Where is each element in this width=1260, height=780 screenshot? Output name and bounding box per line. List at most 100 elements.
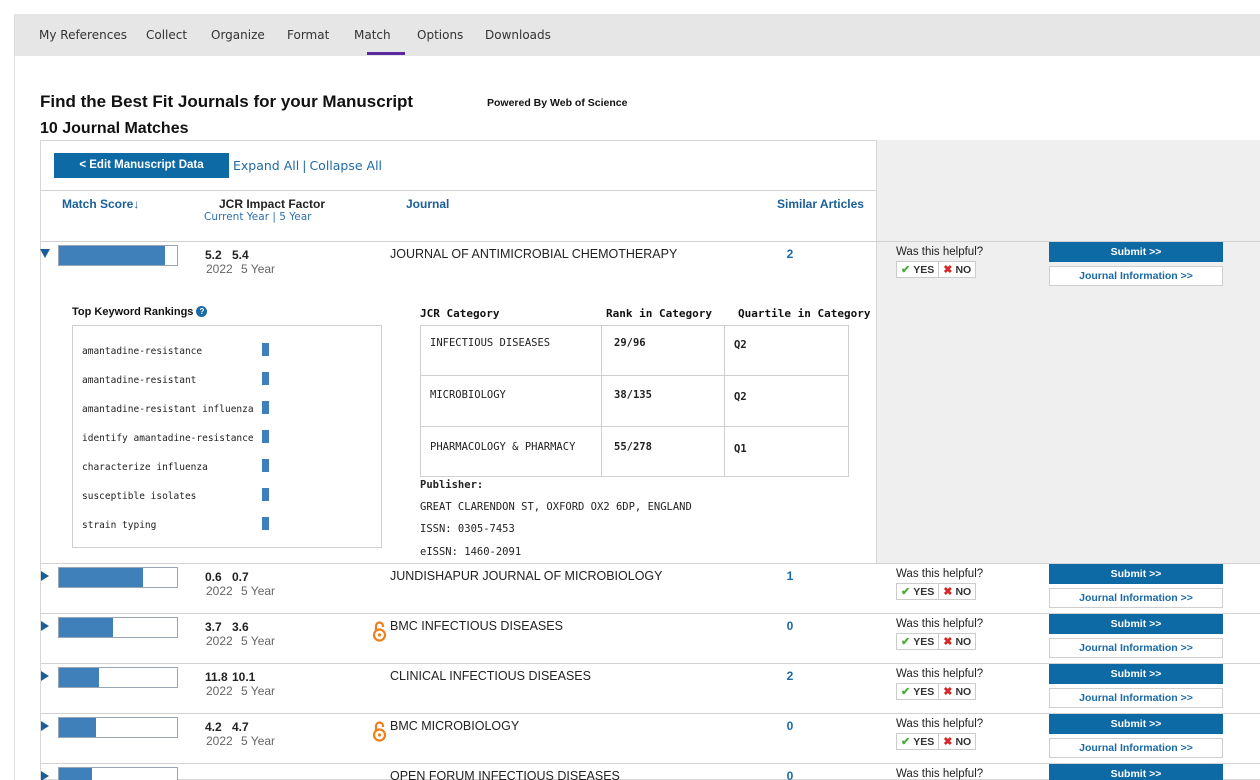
expand-all-link[interactable]: Expand All bbox=[233, 158, 299, 173]
jcr-category-header: JCR Category bbox=[420, 307, 500, 320]
category-quartile: Q2 bbox=[734, 391, 747, 403]
similar-articles-count[interactable]: 2 bbox=[780, 247, 800, 261]
yes-button[interactable]: ✔ YES bbox=[897, 734, 940, 749]
impact-factor-5yr-label: 5 Year bbox=[241, 262, 276, 276]
collapse-all-link[interactable]: Collapse All bbox=[309, 158, 382, 173]
helpful-label: Was this helpful? bbox=[896, 768, 984, 780]
nav-match[interactable]: Match bbox=[354, 28, 391, 42]
check-icon: ✔ bbox=[901, 264, 911, 276]
match-score-bar bbox=[58, 617, 178, 638]
journal-information-button[interactable]: Journal Information >> bbox=[1049, 588, 1223, 608]
submit-button[interactable]: Submit >> bbox=[1049, 614, 1223, 634]
journal-name[interactable]: JUNDISHAPUR JOURNAL OF MICROBIOLOGY bbox=[390, 569, 663, 583]
similar-articles-count[interactable]: 0 bbox=[780, 619, 800, 633]
similar-articles-count[interactable]: 2 bbox=[780, 669, 800, 683]
nav-collect[interactable]: Collect bbox=[146, 28, 187, 42]
table-divider bbox=[724, 325, 725, 477]
impact-factor-5yr: 5.4 bbox=[232, 248, 249, 262]
yes-button[interactable]: ✔ YES bbox=[897, 634, 940, 649]
yes-label: YES bbox=[913, 263, 935, 276]
similar-articles-count[interactable]: 1 bbox=[780, 569, 800, 583]
expand-toggle-icon[interactable] bbox=[41, 721, 49, 731]
col-similar-articles[interactable]: Similar Articles bbox=[777, 197, 864, 211]
category-name: INFECTIOUS DISEASES bbox=[430, 337, 551, 349]
jcr-current-link[interactable]: Current Year bbox=[204, 211, 269, 223]
impact-factor-year: 2022 bbox=[206, 262, 233, 276]
nav-organize[interactable]: Organize bbox=[211, 28, 265, 42]
check-icon: ✔ bbox=[901, 736, 911, 748]
no-button[interactable]: ✖ NO bbox=[939, 734, 975, 749]
similar-articles-count[interactable]: 0 bbox=[780, 719, 800, 733]
category-quartile: Q2 bbox=[734, 339, 747, 351]
check-icon: ✔ bbox=[901, 636, 911, 648]
divider bbox=[40, 190, 876, 191]
impact-factor-year: 2022 bbox=[206, 634, 233, 648]
check-icon: ✔ bbox=[901, 586, 911, 598]
jcr-5yr-link[interactable]: 5 Year bbox=[279, 211, 311, 223]
yes-button[interactable]: ✔ YES bbox=[897, 684, 940, 699]
expand-toggle-icon[interactable] bbox=[41, 671, 49, 681]
journal-name[interactable]: BMC MICROBIOLOGY bbox=[390, 719, 519, 733]
journal-name[interactable]: BMC INFECTIOUS DISEASES bbox=[390, 619, 563, 633]
yes-label: YES bbox=[913, 735, 935, 748]
edit-manuscript-button[interactable]: < Edit Manuscript Data bbox=[54, 153, 229, 178]
close-icon: ✖ bbox=[943, 586, 953, 598]
impact-factor-current: 3.7 bbox=[205, 620, 222, 634]
match-score-bar bbox=[58, 245, 178, 266]
helpful-vote: ✔ YES ✖ NO bbox=[896, 261, 977, 278]
no-button[interactable]: ✖ NO bbox=[939, 262, 975, 277]
match-score-fill bbox=[59, 618, 114, 637]
submit-button[interactable]: Submit >> bbox=[1049, 564, 1223, 584]
keyword-rankings-title: Top Keyword Rankings ? bbox=[72, 306, 208, 318]
yes-button[interactable]: ✔ YES bbox=[897, 262, 940, 277]
journal-information-button[interactable]: Journal Information >> bbox=[1049, 638, 1223, 658]
keyword-term: characterize influenza bbox=[82, 462, 208, 473]
col-journal[interactable]: Journal bbox=[406, 197, 449, 211]
impact-factor-year: 2022 bbox=[206, 584, 233, 598]
keyword-term: strain typing bbox=[82, 520, 157, 531]
journal-information-button[interactable]: Journal Information >> bbox=[1049, 738, 1223, 758]
nav-downloads[interactable]: Downloads bbox=[485, 28, 551, 42]
publisher-label: Publisher: bbox=[420, 479, 484, 491]
submit-button[interactable]: Submit >> bbox=[1049, 764, 1223, 780]
helpful-label: Was this helpful? bbox=[896, 246, 984, 258]
eissn: eISSN: 1460-2091 bbox=[420, 546, 522, 558]
journal-name[interactable]: JOURNAL OF ANTIMICROBIAL CHEMOTHERAPY bbox=[390, 247, 677, 261]
no-button[interactable]: ✖ NO bbox=[939, 634, 975, 649]
journal-information-button[interactable]: Journal Information >> bbox=[1049, 266, 1223, 286]
jcr-sub-separator: | bbox=[272, 211, 276, 223]
journal-name[interactable]: OPEN FORUM INFECTIOUS DISEASES bbox=[390, 769, 620, 780]
no-button[interactable]: ✖ NO bbox=[939, 584, 975, 599]
similar-articles-count[interactable]: 0 bbox=[780, 769, 800, 780]
match-score-fill bbox=[59, 568, 143, 587]
keyword-rank-bar bbox=[262, 459, 269, 472]
category-name: MICROBIOLOGY bbox=[430, 389, 506, 401]
submit-button[interactable]: Submit >> bbox=[1049, 714, 1223, 734]
nav-format[interactable]: Format bbox=[287, 28, 329, 42]
submit-button[interactable]: Submit >> bbox=[1049, 664, 1223, 684]
submit-button[interactable]: Submit >> bbox=[1049, 242, 1223, 262]
help-icon[interactable]: ? bbox=[196, 306, 208, 317]
nav-options[interactable]: Options bbox=[417, 28, 463, 42]
impact-factor-5yr-label: 5 Year bbox=[241, 584, 276, 598]
keyword-term: amantadine-resistant influenza bbox=[82, 404, 254, 415]
expand-toggle-icon[interactable] bbox=[41, 621, 49, 631]
col-match-score[interactable]: Match Score↓ bbox=[62, 197, 139, 211]
check-icon: ✔ bbox=[901, 686, 911, 698]
no-button[interactable]: ✖ NO bbox=[939, 684, 975, 699]
impact-factor-5yr: 3.6 bbox=[232, 620, 249, 634]
close-icon: ✖ bbox=[943, 736, 953, 748]
active-tab-indicator bbox=[367, 52, 405, 55]
no-label: NO bbox=[955, 585, 972, 598]
match-score-fill bbox=[59, 768, 93, 780]
journal-name[interactable]: CLINICAL INFECTIOUS DISEASES bbox=[390, 669, 591, 683]
collapse-toggle-icon[interactable] bbox=[40, 249, 50, 258]
no-label: NO bbox=[955, 735, 972, 748]
expand-toggle-icon[interactable] bbox=[41, 571, 49, 581]
yes-button[interactable]: ✔ YES bbox=[897, 584, 940, 599]
expand-toggle-icon[interactable] bbox=[41, 771, 49, 780]
journal-information-button[interactable]: Journal Information >> bbox=[1049, 688, 1223, 708]
impact-factor-current: 0.6 bbox=[205, 570, 222, 584]
impact-factor-5yr: 10.1 bbox=[232, 670, 256, 684]
nav-my-references[interactable]: My References bbox=[39, 28, 127, 42]
